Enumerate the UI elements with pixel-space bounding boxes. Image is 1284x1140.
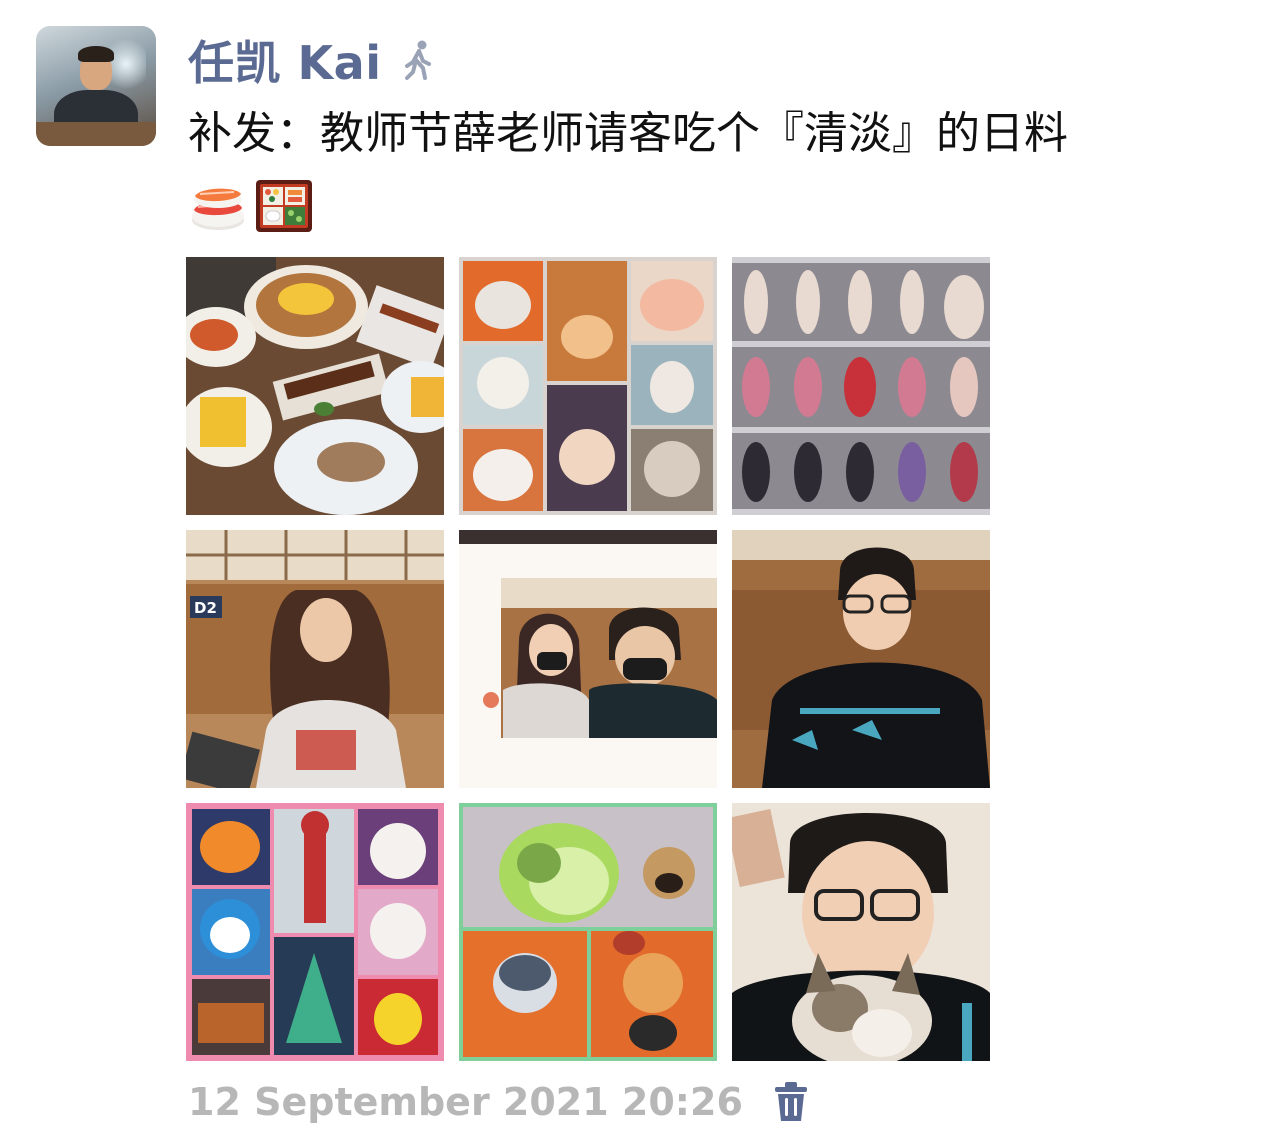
trash-icon[interactable] [773, 1081, 809, 1123]
author-name[interactable]: 任凯 Kai [188, 27, 381, 93]
photo-5[interactable] [459, 530, 717, 788]
avatar-table [36, 122, 156, 146]
bento-box-emoji [254, 176, 314, 236]
svg-text:D2: D2 [194, 599, 217, 617]
walking-person-icon [395, 38, 439, 82]
photo-2[interactable] [459, 257, 717, 515]
photo-9[interactable] [732, 803, 990, 1061]
photo-6[interactable] [732, 530, 990, 788]
photo-grid: D2 [186, 257, 990, 1061]
post-timestamp: 12 September 2021 20:26 [188, 1080, 743, 1124]
photo-1[interactable] [186, 257, 444, 515]
photo-8[interactable] [459, 803, 717, 1061]
photo-7[interactable] [186, 803, 444, 1061]
post-footer: 12 September 2021 20:26 [188, 1074, 809, 1130]
sushi-emoji [188, 176, 248, 236]
photo-3[interactable] [732, 257, 990, 515]
post-text: 补发：教师节薛老师请客吃个『清淡』的日料 [188, 108, 1068, 159]
post-header: 任凯 Kai [188, 30, 439, 90]
avatar-hair [78, 46, 114, 62]
emoji-row [188, 176, 314, 236]
avatar-bg-light [106, 34, 146, 94]
photo-4[interactable]: D2 [186, 530, 444, 788]
avatar[interactable] [36, 26, 156, 146]
